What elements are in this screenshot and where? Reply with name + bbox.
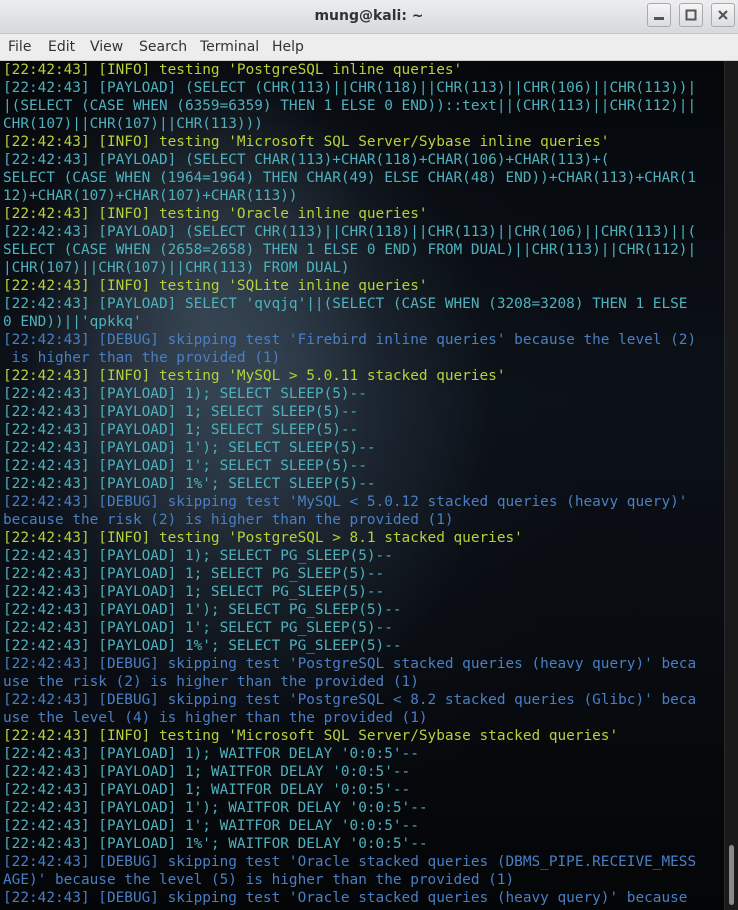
terminal-line: [22:42:43] [PAYLOAD] 1%'; WAITFOR DELAY … xyxy=(3,836,428,852)
terminal-line: [22:42:43] [PAYLOAD] 1; WAITFOR DELAY '0… xyxy=(3,782,411,798)
terminal-line: use the level (4) is higher than the pro… xyxy=(3,710,428,726)
maximize-button[interactable] xyxy=(679,3,703,27)
menu-view[interactable]: View xyxy=(90,39,123,55)
minimize-icon xyxy=(654,17,664,20)
terminal-line: [22:42:43] [INFO] testing 'PostgreSQL in… xyxy=(3,62,463,78)
terminal-line: [22:42:43] [PAYLOAD] 1; SELECT PG_SLEEP(… xyxy=(3,566,385,582)
terminal-line: |(SELECT (CASE WHEN (6359=6359) THEN 1 E… xyxy=(3,98,697,114)
terminal-line: [22:42:43] [INFO] testing 'Microsoft SQL… xyxy=(3,134,610,150)
close-icon xyxy=(718,10,728,20)
menu-terminal[interactable]: Terminal xyxy=(200,39,259,55)
terminal-line: [22:42:43] [PAYLOAD] 1; SELECT PG_SLEEP(… xyxy=(3,584,385,600)
maximize-icon xyxy=(685,9,697,21)
terminal-line: [22:42:43] [PAYLOAD] 1); WAITFOR DELAY '… xyxy=(3,746,419,762)
close-button[interactable] xyxy=(711,3,735,27)
menu-edit[interactable]: Edit xyxy=(48,39,75,55)
terminal-line: use the risk (2) is higher than the prov… xyxy=(3,674,419,690)
terminal-line: [22:42:43] [PAYLOAD] 1; SELECT SLEEP(5)-… xyxy=(3,422,359,438)
terminal-line: [22:42:43] [PAYLOAD] 1'); SELECT PG_SLEE… xyxy=(3,602,402,618)
terminal-line: |CHR(107)||CHR(107)||CHR(113) FROM DUAL) xyxy=(3,260,350,276)
terminal-line: AGE)' because the level (5) is higher th… xyxy=(3,872,515,888)
terminal-line: [22:42:43] [PAYLOAD] (SELECT CHR(113)||C… xyxy=(3,224,697,240)
terminal-line: [22:42:43] [DEBUG] skipping test 'Oracle… xyxy=(3,890,688,906)
terminal-line: is higher than the provided (1) xyxy=(3,350,281,366)
menu-help[interactable]: Help xyxy=(272,39,304,55)
terminal-line: [22:42:43] [PAYLOAD] 1); SELECT PG_SLEEP… xyxy=(3,548,393,564)
title-bar[interactable]: mung@kali: ~ xyxy=(0,0,738,34)
terminal-output[interactable]: [22:42:43] [INFO] testing 'PostgreSQL in… xyxy=(0,61,724,910)
terminal-line: [22:42:43] [PAYLOAD] 1'; SELECT PG_SLEEP… xyxy=(3,620,393,636)
terminal-line: [22:42:43] [DEBUG] skipping test 'Firebi… xyxy=(3,332,697,348)
terminal-line: [22:42:43] [DEBUG] skipping test 'Oracle… xyxy=(3,854,697,870)
menu-search[interactable]: Search xyxy=(139,39,187,55)
window-title: mung@kali: ~ xyxy=(314,8,424,24)
terminal-line: [22:42:43] [DEBUG] skipping test 'MySQL … xyxy=(3,494,688,510)
terminal-line: CHR(107)||CHR(107)||CHR(113))) xyxy=(3,116,263,132)
terminal-line: [22:42:43] [DEBUG] skipping test 'Postgr… xyxy=(3,656,697,672)
terminal-line: [22:42:43] [PAYLOAD] (SELECT CHAR(113)+C… xyxy=(3,152,610,168)
terminal-line: [22:42:43] [INFO] testing 'SQLite inline… xyxy=(3,278,428,294)
terminal-line: [22:42:43] [PAYLOAD] 1; SELECT SLEEP(5)-… xyxy=(3,404,359,420)
terminal-line: [22:42:43] [PAYLOAD] 1'; SELECT SLEEP(5)… xyxy=(3,458,367,474)
terminal-line: [22:42:43] [PAYLOAD] 1'); WAITFOR DELAY … xyxy=(3,800,428,816)
terminal-line: [22:42:43] [PAYLOAD] SELECT 'qvqjq'||(SE… xyxy=(3,296,688,312)
terminal-line: [22:42:43] [INFO] testing 'PostgreSQL > … xyxy=(3,530,523,546)
terminal-line: [22:42:43] [PAYLOAD] 1); SELECT SLEEP(5)… xyxy=(3,386,367,402)
menu-file[interactable]: File xyxy=(8,39,31,55)
terminal-line: 12)+CHAR(107)+CHAR(107)+CHAR(113)) xyxy=(3,188,298,204)
terminal-line: [22:42:43] [PAYLOAD] 1%'; SELECT PG_SLEE… xyxy=(3,638,402,654)
scrollbar[interactable] xyxy=(724,61,738,910)
terminal-line: SELECT (CASE WHEN (1964=1964) THEN CHAR(… xyxy=(3,170,697,186)
terminal-line: [22:42:43] [PAYLOAD] 1; WAITFOR DELAY '0… xyxy=(3,764,411,780)
terminal-line: 0 END))||'qpkkq' xyxy=(3,314,142,330)
terminal-window: mung@kali: ~ File Edit View Search Termi… xyxy=(0,0,738,910)
terminal-line: [22:42:43] [PAYLOAD] 1%'; SELECT SLEEP(5… xyxy=(3,476,376,492)
terminal-line: [22:42:43] [PAYLOAD] 1'); SELECT SLEEP(5… xyxy=(3,440,376,456)
minimize-button[interactable] xyxy=(647,3,671,27)
terminal-line: [22:42:43] [DEBUG] skipping test 'Postgr… xyxy=(3,692,697,708)
terminal-line: [22:42:43] [PAYLOAD] (SELECT (CHR(113)||… xyxy=(3,80,697,96)
terminal-line: [22:42:43] [INFO] testing 'Oracle inline… xyxy=(3,206,428,222)
terminal-line: [22:42:43] [INFO] testing 'MySQL > 5.0.1… xyxy=(3,368,506,384)
menu-bar: File Edit View Search Terminal Help xyxy=(0,34,738,61)
scrollbar-thumb[interactable] xyxy=(729,845,734,905)
terminal-line: SELECT (CASE WHEN (2658=2658) THEN 1 ELS… xyxy=(3,242,697,258)
terminal-line: [22:42:43] [INFO] testing 'Microsoft SQL… xyxy=(3,728,619,744)
terminal-line: because the risk (2) is higher than the … xyxy=(3,512,454,528)
terminal-line: [22:42:43] [PAYLOAD] 1'; WAITFOR DELAY '… xyxy=(3,818,419,834)
